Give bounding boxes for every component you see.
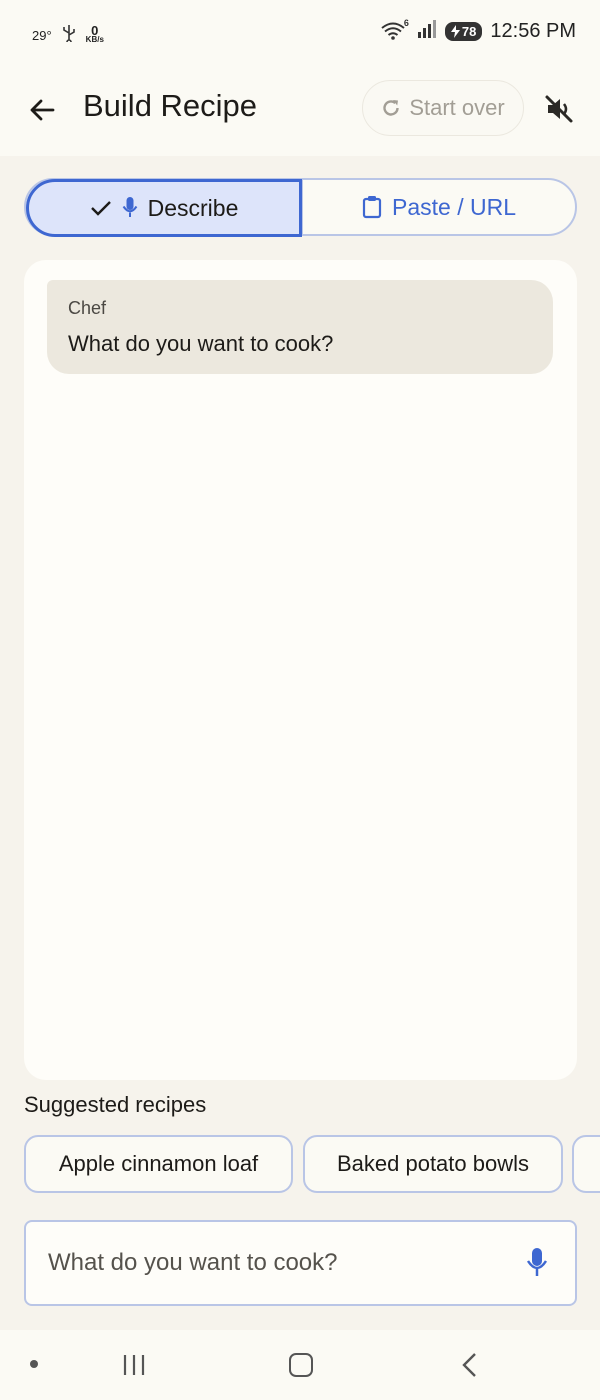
suggestion-chip[interactable]: Baked potato bowls bbox=[303, 1135, 563, 1193]
network-speed: 0 KB/s bbox=[85, 23, 104, 44]
chevron-left-icon bbox=[462, 1353, 476, 1377]
recipe-input[interactable] bbox=[48, 1249, 521, 1277]
chat-panel: Chef What do you want to cook? bbox=[24, 260, 577, 1080]
clipboard-icon bbox=[362, 196, 382, 219]
check-icon bbox=[90, 201, 111, 216]
nav-dot-indicator bbox=[30, 1360, 38, 1368]
system-nav-bar bbox=[0, 1330, 600, 1400]
wifi-icon: 6 bbox=[381, 18, 409, 42]
start-over-label: Start over bbox=[409, 95, 505, 120]
chat-message-bubble: Chef What do you want to cook? bbox=[47, 280, 553, 374]
recents-icon bbox=[123, 1355, 145, 1375]
status-left: 29° 0 KB/s bbox=[32, 24, 104, 46]
mode-selector: Describe Paste / URL bbox=[24, 178, 577, 237]
tab-paste-url[interactable]: Paste / URL bbox=[302, 180, 575, 234]
mic-icon bbox=[122, 197, 137, 217]
battery-indicator: 78 bbox=[444, 22, 483, 41]
nav-back-button[interactable] bbox=[460, 1352, 480, 1383]
suggestion-chip-partial[interactable] bbox=[572, 1135, 600, 1193]
usb-icon bbox=[62, 24, 76, 46]
app-bar: Build Recipe Start over bbox=[0, 66, 600, 156]
refresh-icon bbox=[383, 100, 400, 116]
temperature-text: 29° bbox=[32, 27, 52, 43]
suggested-recipes-heading: Suggested recipes bbox=[24, 1092, 207, 1117]
clock: 12:56 PM bbox=[490, 20, 576, 42]
message-text: What do you want to cook? bbox=[68, 331, 334, 356]
tab-describe[interactable]: Describe bbox=[26, 179, 302, 237]
suggestion-chips[interactable]: Apple cinnamon loaf Baked potato bowls bbox=[24, 1135, 600, 1193]
signal-icon bbox=[417, 20, 437, 43]
network-speed-value: 0 bbox=[91, 23, 99, 38]
network-speed-unit: KB/s bbox=[85, 35, 104, 44]
mute-button[interactable] bbox=[538, 88, 580, 130]
start-over-button[interactable]: Start over bbox=[362, 80, 524, 136]
volume-off-icon bbox=[545, 95, 573, 123]
status-right: 6 78 12:56 PM bbox=[381, 18, 576, 43]
home-button[interactable] bbox=[289, 1353, 313, 1377]
recipe-input-box bbox=[24, 1220, 577, 1306]
tab-paste-url-label: Paste / URL bbox=[392, 193, 516, 220]
charging-icon bbox=[450, 25, 460, 38]
recents-button[interactable] bbox=[121, 1354, 147, 1381]
back-button[interactable] bbox=[24, 92, 60, 128]
voice-input-button[interactable] bbox=[521, 1243, 553, 1283]
tab-describe-label: Describe bbox=[147, 194, 239, 221]
wifi-badge: 6 bbox=[403, 17, 409, 28]
mic-icon bbox=[526, 1248, 548, 1276]
battery-level: 78 bbox=[461, 24, 477, 39]
page-title: Build Recipe bbox=[83, 88, 258, 123]
status-bar: 29° 0 KB/s 6 78 12:56 PM bbox=[0, 0, 600, 66]
suggestion-chip[interactable]: Apple cinnamon loaf bbox=[24, 1135, 293, 1193]
message-sender: Chef bbox=[68, 298, 107, 318]
arrow-back-icon bbox=[30, 99, 55, 121]
